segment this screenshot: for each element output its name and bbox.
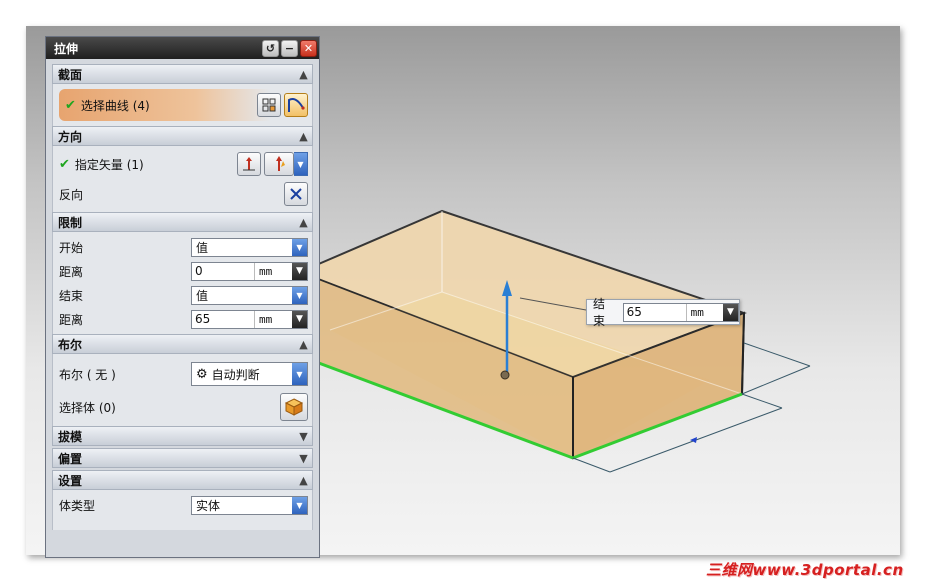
body-type-label: 体类型 (59, 498, 96, 513)
watermark: 三维网www.3dportal.cn (706, 561, 904, 579)
dimension-line (743, 342, 811, 367)
reverse-direction-icon[interactable] (284, 182, 308, 206)
end-type-select[interactable]: 值 ▼ (191, 285, 308, 305)
chevron-down-icon[interactable]: ▼ (292, 496, 307, 514)
start-label: 开始 (59, 240, 84, 255)
extrude-dialog: 拉伸 ↺ − ✕ 截面 ▲ ✔ 选择曲线 (4) 方向 ▲ ✔ 指定矢量 (1)… (45, 36, 320, 558)
boolean-select-content: ⚙ 自动判断 (192, 366, 292, 383)
end-distance-value[interactable]: 65 (192, 312, 254, 326)
end-tooltip-label: 结束 (593, 297, 606, 328)
vector-icon[interactable] (264, 152, 294, 176)
dialog-titlebar[interactable]: 拉伸 ↺ − ✕ (46, 37, 319, 59)
select-curve-label: 选择曲线 (4) (80, 98, 150, 113)
curve-select-icon[interactable] (284, 93, 308, 117)
chevron-up-icon[interactable]: ▲ (295, 128, 312, 145)
chevron-up-icon[interactable]: ▲ (295, 472, 312, 489)
section-title: 截面 (58, 67, 83, 82)
select-body-row: 选择体 (0) (59, 391, 308, 423)
chevron-up-icon[interactable]: ▲ (295, 214, 312, 231)
start-row: 开始 值 ▼ (59, 235, 308, 259)
vector-type-dropdown[interactable]: ▼ (264, 152, 308, 176)
boolean-select[interactable]: ⚙ 自动判断 ▼ (191, 362, 308, 386)
chevron-down-icon[interactable]: ▼ (292, 262, 307, 280)
reverse-row: 反向 (59, 179, 308, 209)
section-header-direction[interactable]: 方向 ▲ (52, 126, 313, 146)
draft-title: 拔模 (58, 429, 83, 444)
end-label: 结束 (59, 288, 84, 303)
start-distance-value[interactable]: 0 (192, 264, 254, 278)
boolean-label: 布尔 ( 无 ) (59, 367, 116, 382)
section-body-section: ✔ 选择曲线 (4) (52, 84, 313, 126)
limits-title: 限制 (58, 215, 83, 230)
chevron-down-icon[interactable]: ▼ (292, 363, 307, 385)
vector-origin-handle[interactable] (500, 370, 510, 380)
direction-title: 方向 (58, 129, 83, 144)
section-header-offset[interactable]: 偏置 ▼ (52, 448, 313, 468)
body-cube-icon[interactable] (280, 393, 308, 421)
close-icon[interactable]: ✕ (300, 39, 317, 57)
offset-title: 偏置 (58, 451, 83, 466)
section-header-settings[interactable]: 设置 ▲ (52, 470, 313, 490)
end-distance-tooltip: 结束 65 mm ▼ (586, 297, 740, 328)
minimize-icon[interactable]: − (281, 39, 298, 57)
section-body-direction: ✔ 指定矢量 (1) ▼ 反向 (52, 146, 313, 212)
chevron-up-icon[interactable]: ▲ (295, 66, 312, 83)
reverse-label: 反向 (59, 187, 84, 202)
boolean-row: 布尔 ( 无 ) ⚙ 自动判断 ▼ (59, 357, 308, 391)
chevron-down-icon[interactable]: ▼ (294, 152, 308, 176)
end-type-value: 值 (196, 288, 209, 303)
section-header-section[interactable]: 截面 ▲ (52, 64, 313, 84)
chevron-down-icon[interactable]: ▼ (295, 450, 312, 467)
specify-vector-row[interactable]: ✔ 指定矢量 (1) ▼ (59, 149, 308, 179)
section-body-settings: 体类型 实体 ▼ (52, 490, 313, 530)
section-body-boolean: 布尔 ( 无 ) ⚙ 自动判断 ▼ 选择体 (0) (52, 354, 313, 426)
sketch-section-icon[interactable] (257, 93, 281, 117)
end-distance-input[interactable]: 65 mm ▼ (191, 309, 308, 329)
dimension-line (741, 393, 783, 409)
end-distance-row: 距离 65 mm ▼ (59, 307, 308, 331)
end-distance-unit: mm (254, 310, 292, 328)
auto-infer-icon: ⚙ (196, 366, 208, 382)
start-distance-unit: mm (254, 262, 292, 280)
dimension-line (572, 457, 611, 473)
chevron-down-icon[interactable]: ▼ (292, 310, 307, 328)
body-type-select[interactable]: 实体 ▼ (191, 495, 308, 515)
boolean-value: 自动判断 (211, 367, 260, 382)
vector-dialog-icon[interactable] (237, 152, 261, 176)
chevron-down-icon[interactable]: ▼ (295, 428, 312, 445)
check-icon: ✔ (59, 156, 70, 172)
end-distance-label: 距离 (59, 312, 84, 327)
boolean-title: 布尔 (58, 337, 83, 352)
select-body-label: 选择体 (0) (59, 400, 116, 415)
dimension-line (741, 365, 811, 395)
select-curve-row[interactable]: ✔ 选择曲线 (4) (59, 89, 308, 121)
section-header-limits[interactable]: 限制 ▲ (52, 212, 313, 232)
section-body-limits: 开始 值 ▼ 距离 0 mm ▼ 结束 值 ▼ 距离 65 mm ▼ (52, 232, 313, 334)
start-type-select[interactable]: 值 ▼ (191, 237, 308, 257)
check-icon: ✔ (65, 97, 76, 113)
body-type-row: 体类型 实体 ▼ (59, 493, 308, 517)
start-distance-input[interactable]: 0 mm ▼ (191, 261, 308, 281)
start-distance-row: 距离 0 mm ▼ (59, 259, 308, 283)
chevron-down-icon[interactable]: ▼ (292, 238, 307, 256)
end-tooltip-value[interactable]: 65 (624, 305, 686, 319)
dialog-title: 拉伸 (54, 41, 79, 56)
start-distance-label: 距离 (59, 264, 84, 279)
chevron-up-icon[interactable]: ▲ (295, 336, 312, 353)
screenshot-stage: 结束 65 mm ▼ 拉伸 ↺ − ✕ 截面 ▲ ✔ 选择曲线 (4) 方向 ▲… (0, 0, 926, 582)
chevron-down-icon[interactable]: ▼ (723, 303, 738, 321)
end-row: 结束 值 ▼ (59, 283, 308, 307)
specify-vector-label: 指定矢量 (1) (74, 157, 144, 172)
start-type-value: 值 (196, 240, 209, 255)
reset-icon[interactable]: ↺ (262, 39, 279, 57)
settings-title: 设置 (58, 473, 83, 488)
end-tooltip-input[interactable]: 65 mm ▼ (622, 302, 739, 322)
body-type-value: 实体 (196, 498, 221, 513)
section-header-draft[interactable]: 拔模 ▼ (52, 426, 313, 446)
end-tooltip-unit: mm (685, 303, 723, 321)
chevron-down-icon[interactable]: ▼ (292, 286, 307, 304)
section-header-boolean[interactable]: 布尔 ▲ (52, 334, 313, 354)
